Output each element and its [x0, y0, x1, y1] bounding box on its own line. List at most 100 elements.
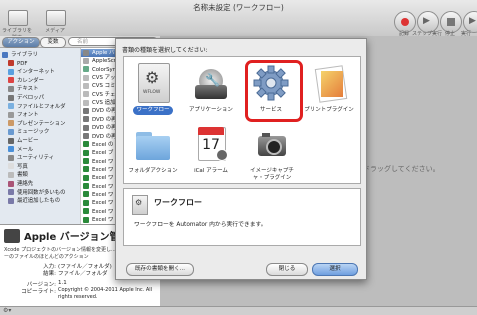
hide-library-button[interactable]: [8, 10, 28, 26]
library-category-list: ライブラリ PDF インターネット カレンダー テキスト デベロッパ ファイルとフォルダ フォ…: [0, 48, 80, 224]
category-icon: [8, 120, 14, 127]
type-workflow[interactable]: ⚙ WFLOW ワークフロー: [124, 63, 182, 115]
action-label: Excel ワ: [92, 183, 114, 190]
category-icon: [8, 94, 14, 101]
category-label: プレゼンテーション: [17, 120, 66, 127]
library-category-item[interactable]: ミュージック: [8, 128, 86, 136]
library-category-item[interactable]: テキスト: [8, 85, 86, 93]
library-category-item[interactable]: 最近追加したもの: [8, 197, 86, 205]
action-icon: [83, 174, 89, 181]
type-ical-alarm-label: iCal アラーム: [194, 168, 228, 174]
library-category-item[interactable]: インターネット: [8, 68, 86, 76]
type-image-capture-label: イメージキャプチャ・プラグイン: [250, 168, 294, 181]
library-category-item[interactable]: フォント: [8, 111, 86, 119]
sheet-heading: 書類の種類を選択してください:: [122, 47, 208, 54]
info-copyright-value: Copyright © 2004-2011 Apple Inc. All rig…: [58, 287, 153, 300]
action-icon: [83, 183, 89, 190]
action-icon: [83, 66, 89, 73]
choose-button[interactable]: 選択: [312, 263, 358, 276]
description-text: ワークフローを Automator 内から実行できます。: [134, 222, 267, 228]
type-folder-action-label: フォルダアクション: [128, 168, 178, 174]
action-icon: [83, 107, 89, 114]
library-category-item[interactable]: 写真: [8, 163, 86, 171]
close-button[interactable]: 閉じる: [266, 263, 308, 276]
action-icon: [83, 49, 89, 56]
action-icon: [83, 158, 89, 165]
tab-variables[interactable]: 変数: [40, 37, 66, 48]
category-icon: [8, 189, 14, 196]
library-category-item[interactable]: ユーティリティ: [8, 154, 86, 162]
info-result-label: 結果:: [43, 271, 56, 277]
library-category-item[interactable]: メール: [8, 146, 86, 154]
library-category-item[interactable]: デベロッパ: [8, 94, 86, 102]
action-icon: [83, 199, 89, 206]
type-image-capture[interactable]: イメージキャプチャ・プラグイン: [242, 124, 302, 183]
category-icon: [8, 85, 14, 92]
folder-action-icon: [133, 124, 173, 164]
category-icon: [8, 103, 14, 110]
action-icon: [83, 91, 89, 98]
category-label: PDF: [17, 60, 28, 67]
category-label: 使用回数が多いもの: [17, 189, 66, 196]
library-category-item[interactable]: ファイルとフォルダ: [8, 103, 86, 111]
action-icon: [83, 74, 89, 81]
category-label: 書類: [17, 172, 28, 179]
library-category-item[interactable]: 連絡先: [8, 180, 86, 188]
action-icon: [83, 216, 89, 223]
step-icon: ▶: [423, 16, 430, 26]
document-type-grid: ⚙ WFLOW ワークフロー 🔧 アプリケーション サービス プリントプラグイン…: [123, 56, 361, 184]
category-label: 写真: [17, 163, 28, 170]
library-category-item[interactable]: 書類: [8, 171, 86, 179]
action-label: Excel ブ: [92, 150, 114, 157]
action-label: Excel ワ: [92, 166, 114, 173]
category-label: 最近追加したもの: [17, 198, 61, 205]
tab-actions[interactable]: アクション: [2, 37, 40, 48]
type-application[interactable]: 🔧 アプリケーション: [182, 63, 240, 115]
category-label: ファイルとフォルダ: [17, 103, 66, 110]
action-icon: [83, 57, 89, 64]
library-category-item[interactable]: 使用回数が多いもの: [8, 189, 86, 197]
type-folder-action[interactable]: フォルダアクション: [124, 124, 182, 176]
category-label: フォント: [17, 112, 39, 119]
category-icon: [8, 171, 14, 178]
media-label: メディア: [45, 28, 65, 34]
type-print-plugin[interactable]: プリントプラグイン: [300, 63, 358, 115]
workflow-small-icon: ⚙: [132, 195, 148, 215]
type-workflow-label: ワークフロー: [133, 106, 173, 115]
type-description-panel: ⚙ ワークフロー ワークフローを Automator 内から実行できます。: [123, 188, 361, 246]
record-icon: [401, 18, 409, 26]
library-category-item[interactable]: プレゼンテーション: [8, 120, 86, 128]
gear-menu-icon[interactable]: ⚙▾: [3, 307, 11, 314]
category-icon: [8, 60, 14, 67]
library-category-item[interactable]: ムービー: [8, 137, 86, 145]
category-label: デベロッパ: [17, 95, 44, 101]
media-button[interactable]: [46, 10, 66, 26]
library-category-item[interactable]: カレンダー: [8, 77, 86, 85]
category-label: テキスト: [17, 86, 39, 93]
info-result-value: ファイル／フォルダ: [58, 271, 108, 277]
print-plugin-icon: [309, 63, 349, 103]
open-existing-button[interactable]: 既存の書類を開く...: [126, 263, 194, 276]
action-icon: [83, 149, 89, 156]
library-category-item[interactable]: PDF: [8, 60, 86, 68]
category-icon: [8, 146, 14, 153]
category-icon: [8, 180, 14, 187]
action-label: Excel ワ: [92, 158, 114, 165]
description-title: ワークフロー: [154, 198, 202, 207]
action-icon: [83, 133, 89, 139]
info-version-value: 1.1: [58, 280, 67, 286]
workflow-icon: ⚙ WFLOW: [133, 63, 173, 103]
category-label: ライブラリ: [11, 52, 38, 58]
type-ical-alarm[interactable]: 17 iCal アラーム: [182, 124, 240, 176]
type-application-label: アプリケーション: [189, 107, 233, 113]
apple-version-icon: [4, 229, 20, 243]
library-category-item[interactable]: ライブラリ: [2, 51, 80, 59]
category-icon: [8, 197, 14, 204]
info-copyright-label: コピーライト:: [21, 289, 56, 295]
info-title: Apple バージョン管理: [24, 232, 130, 243]
action-icon: [83, 141, 89, 148]
application-icon: 🔧: [191, 63, 231, 103]
category-label: 連絡先: [17, 181, 34, 187]
category-icon: [8, 163, 14, 170]
action-icon: [83, 99, 89, 106]
